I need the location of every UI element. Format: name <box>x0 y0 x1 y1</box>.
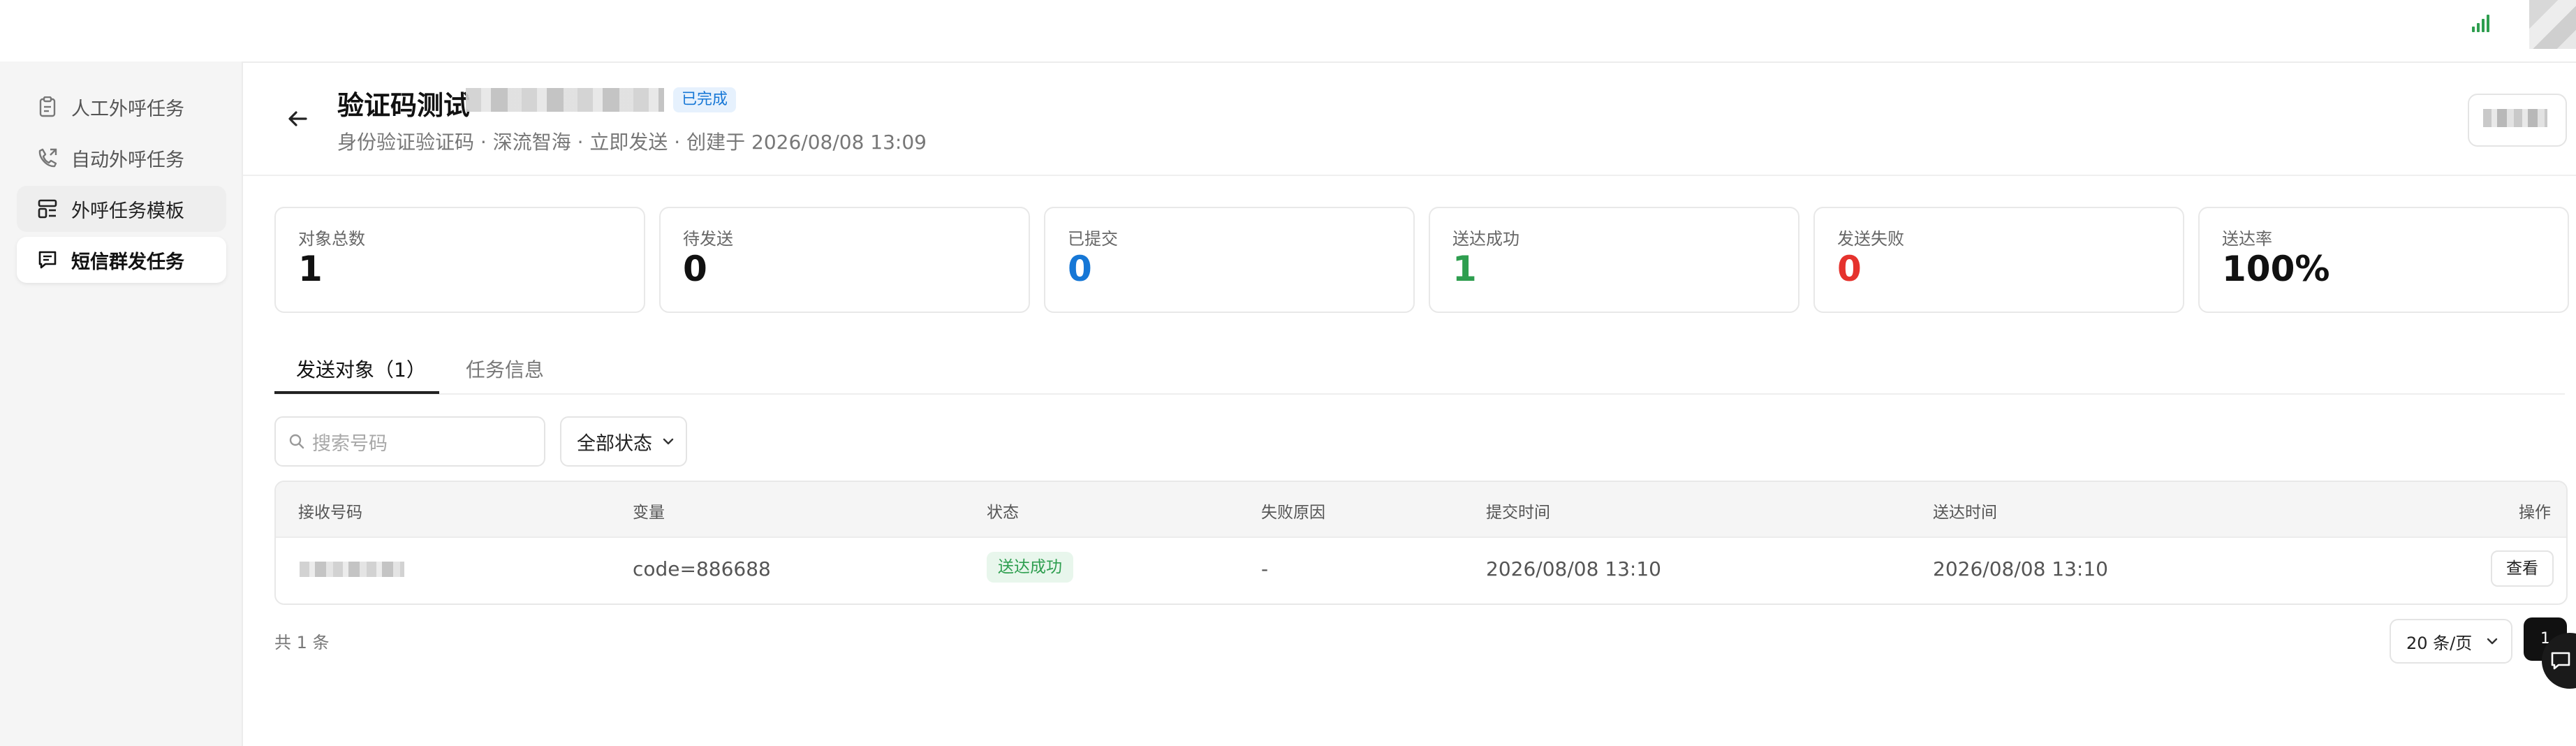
column-header: 接收号码 <box>298 504 362 522</box>
sidebar: 人工外呼任务 自动外呼任务 外呼任务模板 短信群发任务 <box>0 61 243 746</box>
active-tab-indicator <box>274 391 439 394</box>
tabs-divider <box>274 393 2565 395</box>
stat-card-total: 对象总数 1 <box>274 207 645 313</box>
view-button[interactable]: 查看 <box>2491 550 2554 587</box>
stat-card-delivery-rate: 送达率 100% <box>2198 207 2569 313</box>
status-filter-select[interactable]: 全部状态 <box>560 416 687 467</box>
phone-icon <box>34 147 61 168</box>
stat-label: 对象总数 <box>298 229 365 249</box>
stat-value: 0 <box>1837 249 1862 289</box>
top-bar <box>0 0 2576 63</box>
cell-fail-reason: - <box>1261 557 1269 580</box>
stat-value: 100% <box>2222 249 2330 289</box>
search-icon <box>289 434 304 449</box>
column-header: 变量 <box>633 504 665 522</box>
arrow-left-icon <box>288 111 307 126</box>
stat-label: 送达成功 <box>1452 229 1519 249</box>
page-subtitle: 身份验证验证码 · 深流智海 · 立即发送 · 创建于 2026/08/08 1… <box>337 131 927 154</box>
stat-card-pending: 待发送 0 <box>659 207 1030 313</box>
column-header: 提交时间 <box>1486 504 1550 522</box>
search-input[interactable]: 搜索号码 <box>274 416 545 467</box>
phone-number-redacted <box>300 562 404 577</box>
stat-value: 0 <box>1068 249 1092 289</box>
status-badge: 已完成 <box>673 87 737 112</box>
tab-recipients[interactable]: 发送对象（1） <box>296 355 426 383</box>
column-header: 失败原因 <box>1261 504 1325 522</box>
stat-label: 发送失败 <box>1837 229 1904 249</box>
status-filter-value: 全部状态 <box>577 432 652 455</box>
stat-card-failed: 发送失败 0 <box>1813 207 2184 313</box>
header-action-redacted <box>2483 109 2547 127</box>
sidebar-item-auto-call[interactable]: 自动外呼任务 <box>17 135 226 181</box>
column-header: 操作 <box>2519 504 2551 522</box>
sidebar-item-label: 自动外呼任务 <box>71 149 184 171</box>
search-placeholder: 搜索号码 <box>312 432 388 455</box>
cell-submit-time: 2026/08/08 13:10 <box>1486 557 1661 580</box>
message-icon <box>34 250 61 270</box>
stat-value: 1 <box>1452 249 1477 289</box>
stat-label: 送达率 <box>2222 229 2272 249</box>
title-redacted <box>466 88 664 112</box>
sidebar-item-sms-task[interactable]: 短信群发任务 <box>17 237 226 283</box>
sidebar-item-call-template[interactable]: 外呼任务模板 <box>17 186 226 232</box>
message-icon <box>2551 652 2570 670</box>
page-title: 验证码测试 <box>337 90 471 121</box>
divider <box>243 175 2576 176</box>
chevron-down-icon <box>663 438 674 445</box>
page-size-select[interactable]: 20 条/页 <box>2390 619 2512 664</box>
chevron-down-icon <box>2487 638 2498 645</box>
page-size-value: 20 条/页 <box>2406 633 2473 653</box>
signal-icon <box>2472 14 2493 32</box>
clipboard-icon <box>34 96 61 117</box>
sidebar-item-manual-call[interactable]: 人工外呼任务 <box>17 84 226 130</box>
cell-deliver-time: 2026/08/08 13:10 <box>1933 557 2108 580</box>
stat-label: 已提交 <box>1068 229 1118 249</box>
tab-task-info[interactable]: 任务信息 <box>466 355 544 383</box>
column-header: 状态 <box>987 504 1019 522</box>
cell-variable: code=886688 <box>633 557 771 580</box>
recipients-table: 接收号码 变量 状态 失败原因 提交时间 送达时间 操作 code=886688… <box>274 481 2568 605</box>
sidebar-item-label: 外呼任务模板 <box>71 200 184 222</box>
column-header: 送达时间 <box>1933 504 1997 522</box>
stat-card-delivered: 送达成功 1 <box>1429 207 1799 313</box>
total-count: 共 1 条 <box>274 633 330 652</box>
status-badge: 送达成功 <box>987 552 1073 583</box>
stat-value: 1 <box>298 249 323 289</box>
back-button[interactable] <box>282 105 313 133</box>
stat-label: 待发送 <box>683 229 733 249</box>
stat-card-submitted: 已提交 0 <box>1044 207 1415 313</box>
table-header: 接收号码 变量 状态 失败原因 提交时间 送达时间 操作 <box>276 482 2566 538</box>
sidebar-item-label: 人工外呼任务 <box>71 98 184 120</box>
template-icon <box>34 199 61 219</box>
avatar[interactable] <box>2529 0 2576 49</box>
sidebar-item-label: 短信群发任务 <box>71 251 184 273</box>
stat-value: 0 <box>683 249 707 289</box>
